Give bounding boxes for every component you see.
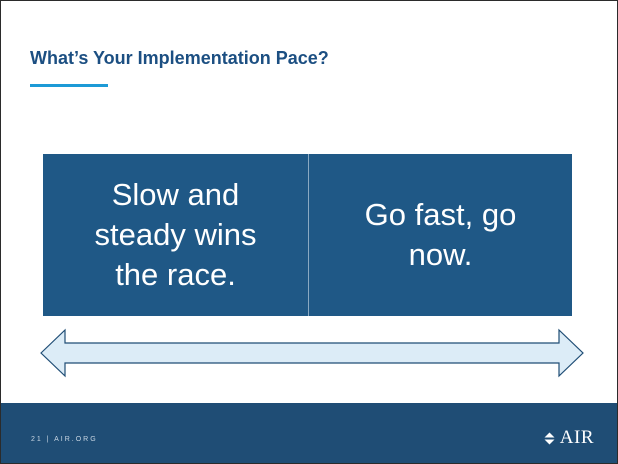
air-logo-text: AIR (559, 427, 594, 448)
slow-pace-line-2: steady wins (94, 217, 257, 253)
footer-bar: 21 | AIR.ORG AIR (1, 403, 617, 463)
fast-pace-box: Go fast, go now. (309, 154, 572, 316)
slow-pace-line-3: the race. (115, 256, 236, 292)
slow-pace-text: Slow and steady wins the race. (95, 175, 257, 294)
double-arrow-icon (40, 328, 584, 378)
fast-pace-line-2: now. (408, 237, 473, 272)
fast-pace-text: Go fast, go now. (365, 195, 517, 274)
slide: What’s Your Implementation Pace? Slow an… (0, 0, 618, 464)
fast-pace-line-1: Go fast, go (364, 197, 517, 233)
slow-pace-line-1: Slow and (111, 177, 240, 213)
air-logo: AIR (543, 427, 594, 449)
page-number-label: 21 | AIR.ORG (31, 436, 98, 443)
air-logo-icon (544, 432, 555, 444)
title-underline (30, 84, 108, 87)
slow-pace-box: Slow and steady wins the race. (43, 154, 309, 316)
slide-title: What’s Your Implementation Pace? (30, 48, 329, 68)
